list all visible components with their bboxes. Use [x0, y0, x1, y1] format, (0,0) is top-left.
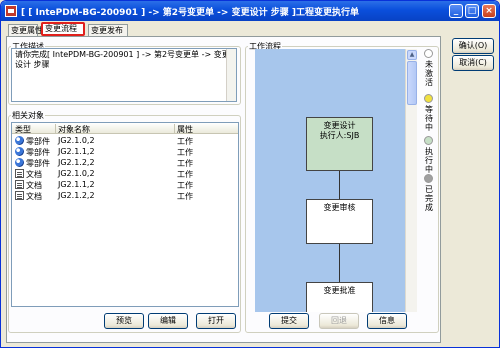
table-row[interactable]: 文档 JG2.1.1,2 工作: [12, 179, 238, 190]
table-row[interactable]: 文档 JG2.1.2,2 工作: [12, 190, 238, 201]
column-header-name[interactable]: 对象名称: [58, 124, 90, 135]
maximize-button[interactable]: □: [465, 4, 479, 18]
window-title: [ [ IntePDM-BG-200901 ] -> 第2号变更单 -> 变更设…: [21, 8, 359, 18]
table-header: 类型 对象名称 属性: [12, 123, 238, 134]
row-name: JG2.1.2,2: [58, 158, 95, 167]
tab-change-workflow[interactable]: 变更流程: [41, 22, 85, 36]
workflow-node-change-design[interactable]: 变更设计 执行人:SJB: [306, 117, 373, 171]
node-assignee: 执行人:SJB: [319, 131, 360, 140]
rollback-button[interactable]: 回退: [319, 313, 359, 329]
status-label-waiting: 等待中: [425, 105, 433, 132]
status-label-completed: 已完成: [425, 185, 433, 212]
node-label: 变更审核: [323, 203, 356, 212]
info-button[interactable]: 信息: [367, 313, 407, 329]
row-name: JG2.1.1,2: [58, 180, 95, 189]
scrollbar-thumb[interactable]: [407, 61, 417, 105]
part-icon: [15, 158, 24, 167]
status-dot-inactive: [424, 49, 433, 58]
submit-button[interactable]: 提交: [269, 313, 309, 329]
workflow-scrollbar[interactable]: ▲: [405, 49, 417, 312]
column-header-attribute[interactable]: 属性: [177, 124, 193, 135]
part-icon: [15, 136, 24, 145]
description-text: 请你完成[ IntePDM-BG-200901 ] -> 第2号变更单 -> 变…: [15, 50, 230, 69]
status-legend: 未激活 等待中 执行中 已完成: [419, 49, 439, 309]
document-icon: [15, 191, 24, 200]
scroll-up-arrow-icon[interactable]: ▲: [407, 50, 417, 60]
minimize-button[interactable]: _: [449, 4, 463, 18]
column-separator[interactable]: [174, 124, 175, 133]
row-name: JG2.1.0,2: [58, 136, 95, 145]
row-name: JG2.1.1,2: [58, 147, 95, 156]
status-label-inactive: 未激活: [425, 60, 433, 87]
table-row[interactable]: 文档 JG2.1.0,2 工作: [12, 168, 238, 179]
status-dot-completed: [424, 174, 433, 183]
document-icon: [15, 169, 24, 178]
column-separator[interactable]: [55, 124, 56, 133]
row-attribute: 工作: [177, 192, 193, 201]
workflow-canvas[interactable]: 变更设计 执行人:SJB 变更审核 变更批准: [255, 49, 405, 312]
description-scrollbar[interactable]: [226, 49, 236, 101]
related-objects-table[interactable]: 类型 对象名称 属性 零部件 JG2.1.0,2 工作 零部件 JG2.1.1,…: [11, 122, 239, 307]
title-bar[interactable]: [ [ IntePDM-BG-200901 ] -> 第2号变更单 -> 变更设…: [1, 1, 499, 21]
ok-button[interactable]: 确认(O): [452, 38, 494, 54]
workflow-execution-window: [ [ IntePDM-BG-200901 ] -> 第2号变更单 -> 变更设…: [0, 0, 500, 348]
workflow-node-change-review[interactable]: 变更审核: [306, 199, 373, 244]
table-row[interactable]: 零部件 JG2.1.1,2 工作: [12, 146, 238, 157]
row-name: JG2.1.2,2: [58, 191, 95, 200]
flow-connector: [339, 171, 340, 199]
edit-button[interactable]: 编辑: [148, 313, 188, 329]
cancel-button[interactable]: 取消(C): [452, 55, 494, 71]
related-objects-legend: 相关对象: [12, 111, 44, 120]
row-type: 文档: [26, 192, 42, 201]
node-label: 变更设计: [323, 121, 356, 130]
status-dot-executing: [424, 136, 433, 145]
table-row[interactable]: 零部件 JG2.1.0,2 工作: [12, 135, 238, 146]
description-textbox[interactable]: 请你完成[ IntePDM-BG-200901 ] -> 第2号变更单 -> 变…: [11, 48, 237, 102]
table-row[interactable]: 零部件 JG2.1.2,2 工作: [12, 157, 238, 168]
flow-connector: [339, 244, 340, 282]
preview-button[interactable]: 预览: [104, 313, 144, 329]
status-dot-waiting: [424, 94, 433, 103]
tab-change-release[interactable]: 变更发布: [88, 24, 128, 36]
tab-change-properties[interactable]: 变更属性: [8, 24, 43, 36]
open-button[interactable]: 打开: [196, 313, 236, 329]
document-icon: [15, 180, 24, 189]
close-button[interactable]: ×: [482, 4, 496, 18]
node-label: 变更批准: [323, 286, 356, 295]
part-icon: [15, 147, 24, 156]
column-header-type[interactable]: 类型: [15, 124, 31, 135]
app-icon: [5, 5, 17, 17]
workflow-node-change-approval[interactable]: 变更批准: [306, 282, 373, 312]
status-label-executing: 执行中: [425, 147, 433, 174]
row-name: JG2.1.0,2: [58, 169, 95, 178]
